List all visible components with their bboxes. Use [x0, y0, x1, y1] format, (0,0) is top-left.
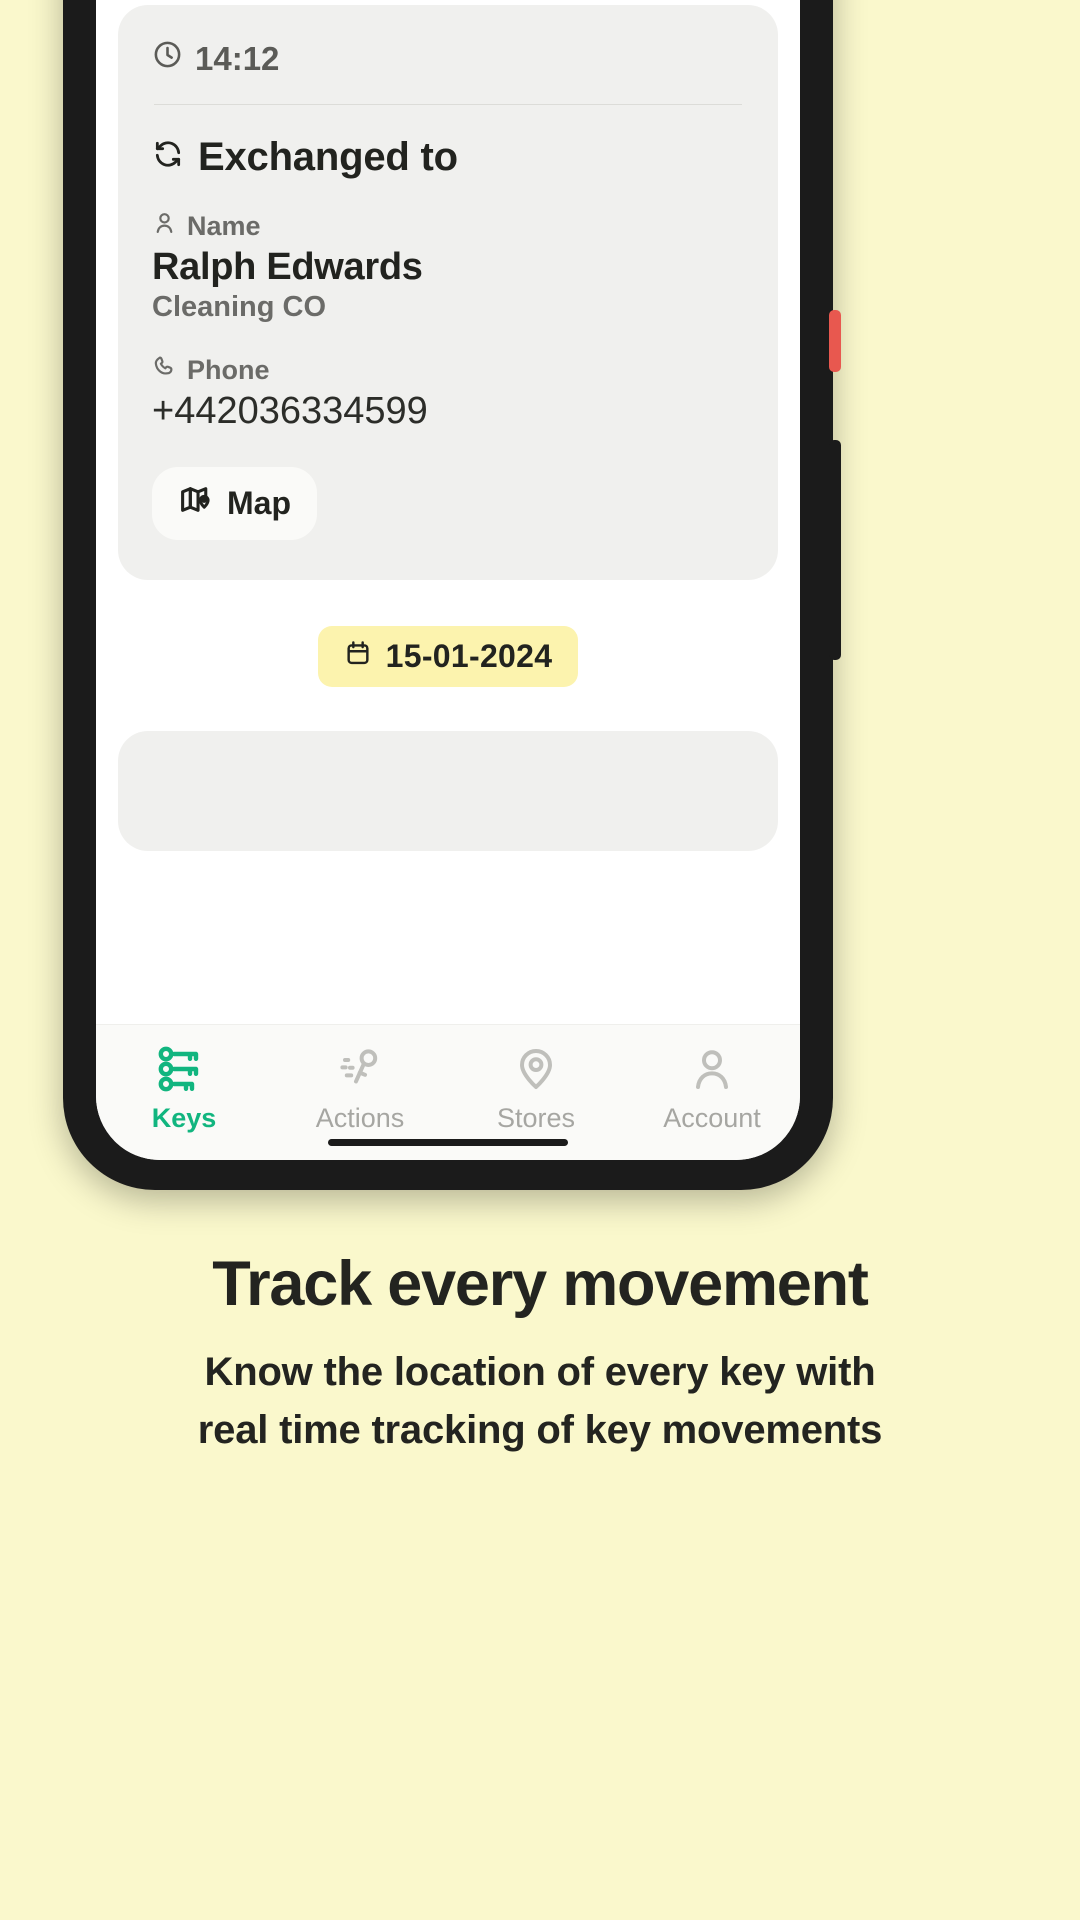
phone-screen: Store Barbican - Jasmine News: [96, 0, 800, 1160]
date-badge-row-2: 15-01-2024: [118, 626, 778, 688]
exchange-title-row: Exchanged to: [152, 135, 744, 180]
name-label: Name: [187, 210, 261, 241]
promo-text-block: Track every movement Know the location o…: [0, 1248, 1080, 1459]
exchange-map-button[interactable]: Map: [152, 467, 317, 541]
location-pin-icon: [512, 1043, 560, 1095]
nav-label-account: Account: [663, 1103, 761, 1133]
name-field: Name Ralph Edwards Cleaning CO: [152, 210, 744, 324]
phone-frame: Store Barbican - Jasmine News: [63, 0, 841, 1190]
map-pin-icon: [178, 481, 215, 526]
keys-list-icon: [158, 1043, 210, 1095]
next-card-preview[interactable]: [118, 731, 778, 852]
promo-subtitle-line-1: Know the location of every key with: [204, 1350, 876, 1394]
promo-subtitle: Know the location of every key with real…: [60, 1344, 1020, 1459]
exchange-icon: [152, 135, 184, 180]
phone-value[interactable]: +442036334599: [152, 390, 744, 433]
nav-item-stores[interactable]: Stores: [448, 1043, 624, 1134]
power-button[interactable]: [829, 440, 841, 660]
home-indicator: [328, 1139, 568, 1146]
company-value: Cleaning CO: [152, 291, 327, 324]
name-label-row: Name: [152, 210, 744, 242]
name-value: Ralph Edwards: [152, 246, 423, 289]
promo-subtitle-line-2: real time tracking of key movements: [197, 1407, 883, 1452]
phone-label-row: Phone: [152, 354, 744, 386]
clock-icon: [152, 39, 183, 78]
nav-label-actions: Actions: [315, 1103, 405, 1133]
date-badge[interactable]: 15-01-2024: [317, 626, 579, 688]
scroll-content[interactable]: Store Barbican - Jasmine News: [96, 0, 800, 852]
exchange-title: Exchanged to: [198, 135, 458, 180]
card-divider: [154, 104, 742, 106]
nav-item-account[interactable]: Account: [624, 1043, 800, 1134]
nav-item-keys[interactable]: Keys: [96, 1043, 272, 1134]
person-icon: [152, 210, 177, 242]
exchange-card[interactable]: 14:12 Exchanged to Name Ralph Edwards Cl…: [118, 5, 778, 581]
time-row: 14:12: [152, 39, 744, 104]
phone-field: Phone +442036334599: [152, 354, 744, 433]
mute-switch[interactable]: [829, 310, 841, 372]
nav-label-keys: Keys: [151, 1103, 217, 1133]
key-action-icon: [336, 1043, 384, 1095]
phone-icon: [152, 354, 177, 386]
promo-title: Track every movement: [212, 1249, 869, 1319]
calendar-icon: [344, 638, 372, 675]
phone-label: Phone: [187, 354, 270, 385]
nav-item-actions[interactable]: Actions: [272, 1043, 448, 1134]
date-badge-text: 15-01-2024: [385, 638, 553, 675]
nav-label-stores: Stores: [496, 1103, 576, 1133]
user-account-icon: [688, 1043, 736, 1095]
exchange-map-button-label: Map: [227, 485, 291, 522]
time-value: 14:12: [195, 39, 280, 77]
promo-screenshot: Store Barbican - Jasmine News: [0, 0, 1080, 1920]
